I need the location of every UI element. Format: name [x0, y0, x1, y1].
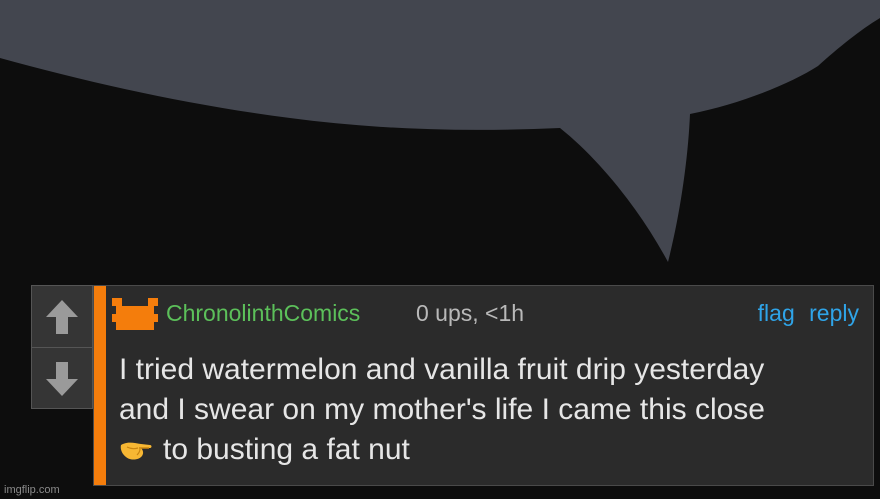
comment-username[interactable]: ChronolinthComics	[166, 300, 360, 327]
comment-line-with-emoji: to busting a fat nut	[119, 430, 864, 470]
comment-body: I tried watermelon and vanilla fruit dri…	[119, 350, 864, 470]
reply-link[interactable]: reply	[809, 300, 859, 326]
flag-link[interactable]: flag	[758, 300, 795, 326]
avatar[interactable]	[112, 298, 158, 330]
arrow-down-icon	[46, 361, 78, 396]
watermark: imgflip.com	[4, 484, 60, 496]
downvote-button[interactable]	[32, 348, 92, 409]
comment-line-text: to busting a fat nut	[163, 433, 410, 466]
meme-stage: ChronolinthComics 0 ups, <1h flag reply …	[0, 0, 880, 499]
comment-line: and I swear on my mother's life I came t…	[119, 393, 765, 426]
vote-controls	[31, 285, 93, 409]
comment-accent-bar	[94, 286, 106, 485]
arrow-up-icon	[46, 299, 78, 334]
upvote-button[interactable]	[32, 286, 92, 348]
comment-card: ChronolinthComics 0 ups, <1h flag reply …	[93, 285, 874, 486]
speech-bubble-shape	[0, 0, 880, 262]
comment-meta: 0 ups, <1h	[416, 300, 525, 326]
comment-line: I tried watermelon and vanilla fruit dri…	[119, 353, 765, 386]
comment-actions: flag reply	[750, 300, 859, 327]
pinching-hand-emoji-icon	[120, 442, 152, 460]
